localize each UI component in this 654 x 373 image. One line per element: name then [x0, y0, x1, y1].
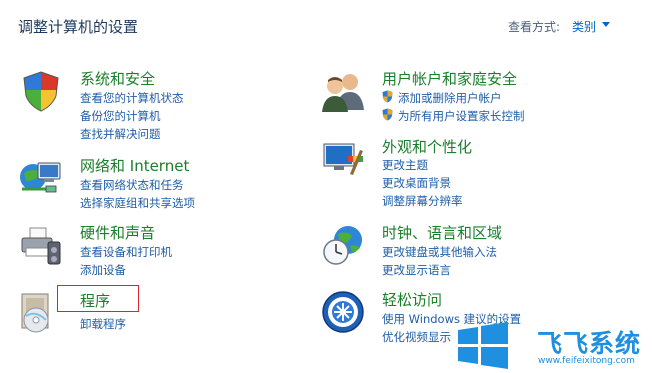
- category-title-appearance[interactable]: 外观和个性化: [382, 136, 472, 157]
- highlight-box: [57, 285, 139, 312]
- link-change-desktop-background[interactable]: 更改桌面背景: [382, 175, 451, 191]
- category-title-ease-of-access[interactable]: 轻松访问: [382, 289, 442, 310]
- link-add-device[interactable]: 添加设备: [80, 262, 126, 278]
- clock-globe-icon: [323, 226, 362, 265]
- category-title-user-accounts[interactable]: 用户帐户和家庭安全: [382, 68, 517, 89]
- category-title-hardware-sound[interactable]: 硬件和声音: [80, 222, 155, 243]
- category-title-clock-language[interactable]: 时钟、语言和区域: [382, 222, 502, 243]
- watermark-url: www.feifeixitong.com: [538, 356, 635, 366]
- link-uninstall-program[interactable]: 卸载程序: [80, 316, 126, 332]
- link-change-display-language[interactable]: 更改显示语言: [382, 262, 451, 278]
- link-backup-computer[interactable]: 备份您的计算机: [80, 108, 161, 124]
- link-troubleshoot[interactable]: 查找并解决问题: [80, 126, 161, 142]
- page-title: 调整计算机的设置: [18, 18, 139, 36]
- chevron-down-icon[interactable]: [602, 22, 610, 27]
- category-title-system-security[interactable]: 系统和安全: [80, 68, 155, 89]
- uac-shield-icon: [382, 90, 393, 103]
- link-view-network-status[interactable]: 查看网络状态和任务: [80, 177, 184, 193]
- link-devices-printers[interactable]: 查看设备和打印机: [80, 244, 172, 260]
- link-view-computer-status[interactable]: 查看您的计算机状态: [80, 90, 184, 106]
- view-by-label: 查看方式:: [508, 20, 561, 34]
- ease-of-access-icon: [322, 291, 364, 333]
- link-parental-controls[interactable]: 为所有用户设置家长控制: [398, 108, 525, 124]
- appearance-icon: [323, 143, 363, 175]
- link-adjust-resolution[interactable]: 调整屏幕分辨率: [382, 193, 463, 209]
- printer-icon: [21, 227, 61, 265]
- link-optimize-visual-display[interactable]: 优化视频显示: [382, 329, 451, 345]
- link-change-keyboard[interactable]: 更改键盘或其他输入法: [382, 244, 497, 260]
- network-icon: [20, 162, 61, 193]
- uac-shield-icon: [382, 108, 393, 121]
- view-by-dropdown[interactable]: 类别: [572, 18, 596, 35]
- shield-icon: [23, 71, 59, 112]
- link-add-remove-users[interactable]: 添加或删除用户帐户: [398, 90, 502, 106]
- watermark-brand: 飞飞系统: [537, 329, 642, 358]
- link-change-theme[interactable]: 更改主题: [382, 157, 428, 173]
- link-homegroup-sharing[interactable]: 选择家庭组和共享选项: [80, 195, 195, 211]
- users-icon: [322, 74, 364, 112]
- category-title-network[interactable]: 网络和 Internet: [80, 155, 189, 176]
